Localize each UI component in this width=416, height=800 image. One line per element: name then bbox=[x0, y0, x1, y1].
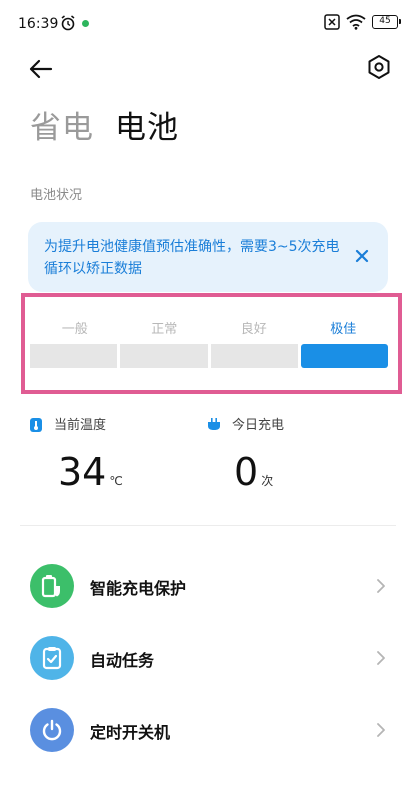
status-time: 16:39 bbox=[18, 16, 59, 32]
chevron-right-icon bbox=[377, 579, 385, 593]
status-bar: 16:39 45 bbox=[0, 0, 416, 48]
battery-shield-icon bbox=[30, 564, 74, 608]
power-icon bbox=[30, 708, 74, 752]
tab-battery[interactable]: 电池 bbox=[115, 102, 179, 147]
menu-label-scheduled-power: 定时开关机 bbox=[90, 723, 171, 742]
menu-item-scheduled-power[interactable]: 定时开关机 bbox=[0, 700, 416, 760]
back-arrow-icon[interactable] bbox=[26, 54, 56, 84]
temperature-number: 34 bbox=[58, 450, 107, 494]
notice-text: 为提升电池健康值预估准确性，需要3~5次充电循环以矫正数据 bbox=[44, 239, 340, 277]
chevron-right-icon bbox=[377, 723, 385, 737]
charge-count-unit: 次 bbox=[261, 474, 274, 488]
temperature-value: 34 ℃ bbox=[58, 450, 123, 494]
divider bbox=[20, 525, 396, 526]
close-icon[interactable] bbox=[354, 248, 370, 264]
level-label-fair: 一般 bbox=[61, 322, 88, 337]
wifi-icon bbox=[346, 14, 366, 30]
clipboard-check-icon bbox=[30, 636, 74, 680]
charge-count-value: 0次 bbox=[234, 450, 273, 494]
temperature-label: 当前温度 bbox=[54, 418, 107, 433]
notification-dot-icon bbox=[82, 20, 89, 27]
level-label-excellent: 极佳 bbox=[330, 322, 357, 337]
charge-count-number: 0 bbox=[234, 450, 259, 494]
temperature-unit: ℃ bbox=[109, 474, 123, 488]
menu-item-auto-tasks[interactable]: 自动任务 bbox=[0, 628, 416, 688]
chevron-right-icon bbox=[377, 651, 385, 665]
health-level-bar bbox=[30, 344, 388, 368]
menu-label-auto-tasks: 自动任务 bbox=[90, 651, 155, 670]
level-label-normal: 正常 bbox=[151, 322, 178, 337]
settings-hexagon-icon[interactable] bbox=[366, 54, 392, 80]
section-title-battery-status: 电池状况 bbox=[30, 188, 83, 203]
tab-power-saving[interactable]: 省电 bbox=[30, 102, 94, 147]
battery-level: 45 bbox=[379, 16, 391, 26]
charge-count-label: 今日充电 bbox=[232, 418, 285, 433]
thermometer-icon bbox=[30, 418, 42, 432]
level-segment-fair bbox=[30, 344, 118, 368]
level-segment-good bbox=[210, 344, 298, 368]
level-segment-normal bbox=[120, 344, 208, 368]
battery-icon: 45 bbox=[372, 15, 401, 29]
level-label-good: 良好 bbox=[240, 322, 267, 337]
menu-item-smart-charging[interactable]: 智能充电保护 bbox=[0, 556, 416, 616]
calibration-notice: 为提升电池健康值预估准确性，需要3~5次充电循环以矫正数据 bbox=[28, 222, 388, 292]
alarm-icon bbox=[61, 15, 75, 31]
sim-off-icon bbox=[324, 14, 340, 30]
health-level-labels: 一般 正常 良好 极佳 bbox=[30, 318, 388, 337]
level-segment-excellent bbox=[300, 344, 388, 368]
menu-label-smart-charging: 智能充电保护 bbox=[90, 579, 187, 598]
charging-plug-icon bbox=[208, 418, 220, 430]
